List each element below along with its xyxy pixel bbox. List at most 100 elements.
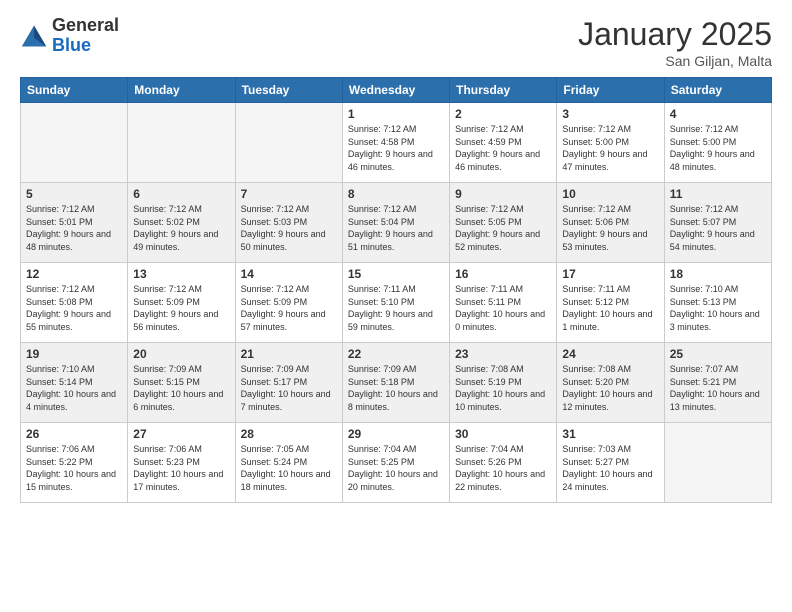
day-info: Sunrise: 7:11 AM Sunset: 5:10 PM Dayligh… bbox=[348, 283, 444, 333]
day-number: 20 bbox=[133, 347, 229, 361]
day-info: Sunrise: 7:08 AM Sunset: 5:20 PM Dayligh… bbox=[562, 363, 658, 413]
weekday-header-thursday: Thursday bbox=[450, 78, 557, 103]
day-info: Sunrise: 7:12 AM Sunset: 5:05 PM Dayligh… bbox=[455, 203, 551, 253]
day-number: 14 bbox=[241, 267, 337, 281]
day-info: Sunrise: 7:04 AM Sunset: 5:26 PM Dayligh… bbox=[455, 443, 551, 493]
calendar-day-cell: 25Sunrise: 7:07 AM Sunset: 5:21 PM Dayli… bbox=[664, 343, 771, 423]
calendar-day-cell: 9 Sunrise: 7:12 AM Sunset: 5:05 PM Daylig… bbox=[450, 183, 557, 263]
title-block: January 2025 San Giljan, Malta bbox=[578, 16, 772, 69]
day-info: Sunrise: 7:09 AM Sunset: 5:15 PM Dayligh… bbox=[133, 363, 229, 413]
calendar-day-cell: 24 Sunrise: 7:08 AM Sunset: 5:20 PM Dayli… bbox=[557, 343, 664, 423]
calendar-day-cell: 4 Sunrise: 7:12 AM Sunset: 5:00 PM Daylig… bbox=[664, 103, 771, 183]
day-info: Sunrise: 7:12 AM Sunset: 5:02 PM Dayligh… bbox=[133, 203, 229, 253]
weekday-header-monday: Monday bbox=[128, 78, 235, 103]
calendar-subtitle: San Giljan, Malta bbox=[578, 53, 772, 69]
calendar-week-row: 1 Sunrise: 7:12 AM Sunset: 4:58 PM Daylig… bbox=[21, 103, 772, 183]
weekday-header-sunday: Sunday bbox=[21, 78, 128, 103]
calendar-day-cell: 13Sunrise: 7:12 AM Sunset: 5:09 PM Dayli… bbox=[128, 263, 235, 343]
day-number: 8 bbox=[348, 187, 444, 201]
page: General Blue January 2025 San Giljan, Ma… bbox=[0, 0, 792, 519]
calendar-day-cell: 11Sunrise: 7:12 AM Sunset: 5:07 PM Dayli… bbox=[664, 183, 771, 263]
calendar-day-cell: 28 Sunrise: 7:05 AM Sunset: 5:24 PM Dayli… bbox=[235, 423, 342, 503]
calendar-day-cell: 23 Sunrise: 7:08 AM Sunset: 5:19 PM Dayli… bbox=[450, 343, 557, 423]
day-info: Sunrise: 7:10 AM Sunset: 5:13 PM Dayligh… bbox=[670, 283, 766, 333]
calendar-day-cell: 26Sunrise: 7:06 AM Sunset: 5:22 PM Dayli… bbox=[21, 423, 128, 503]
day-info: Sunrise: 7:12 AM Sunset: 5:07 PM Dayligh… bbox=[670, 203, 766, 253]
calendar-day-cell: 3 Sunrise: 7:12 AM Sunset: 5:00 PM Daylig… bbox=[557, 103, 664, 183]
day-info: Sunrise: 7:09 AM Sunset: 5:17 PM Dayligh… bbox=[241, 363, 337, 413]
day-number: 10 bbox=[562, 187, 658, 201]
calendar-day-cell: 27Sunrise: 7:06 AM Sunset: 5:23 PM Dayli… bbox=[128, 423, 235, 503]
day-number: 6 bbox=[133, 187, 229, 201]
logo-text: General Blue bbox=[52, 16, 119, 56]
calendar-body: 1 Sunrise: 7:12 AM Sunset: 4:58 PM Daylig… bbox=[21, 103, 772, 503]
day-info: Sunrise: 7:12 AM Sunset: 5:01 PM Dayligh… bbox=[26, 203, 122, 253]
day-info: Sunrise: 7:12 AM Sunset: 5:08 PM Dayligh… bbox=[26, 283, 122, 333]
calendar-week-row: 19 Sunrise: 7:10 AM Sunset: 5:14 PM Dayli… bbox=[21, 343, 772, 423]
day-info: Sunrise: 7:08 AM Sunset: 5:19 PM Dayligh… bbox=[455, 363, 551, 413]
weekday-header-tuesday: Tuesday bbox=[235, 78, 342, 103]
day-number: 23 bbox=[455, 347, 551, 361]
day-number: 30 bbox=[455, 427, 551, 441]
calendar-day-cell: 10 Sunrise: 7:12 AM Sunset: 5:06 PM Dayli… bbox=[557, 183, 664, 263]
weekday-header-wednesday: Wednesday bbox=[342, 78, 449, 103]
calendar-day-cell bbox=[21, 103, 128, 183]
day-number: 19 bbox=[26, 347, 122, 361]
day-number: 16 bbox=[455, 267, 551, 281]
day-number: 17 bbox=[562, 267, 658, 281]
calendar-day-cell bbox=[128, 103, 235, 183]
day-info: Sunrise: 7:11 AM Sunset: 5:11 PM Dayligh… bbox=[455, 283, 551, 333]
day-info: Sunrise: 7:10 AM Sunset: 5:14 PM Dayligh… bbox=[26, 363, 122, 413]
day-info: Sunrise: 7:12 AM Sunset: 5:00 PM Dayligh… bbox=[562, 123, 658, 173]
day-number: 9 bbox=[455, 187, 551, 201]
header: General Blue January 2025 San Giljan, Ma… bbox=[20, 16, 772, 69]
day-number: 12 bbox=[26, 267, 122, 281]
day-number: 28 bbox=[241, 427, 337, 441]
day-number: 27 bbox=[133, 427, 229, 441]
day-info: Sunrise: 7:04 AM Sunset: 5:25 PM Dayligh… bbox=[348, 443, 444, 493]
calendar-day-cell: 12 Sunrise: 7:12 AM Sunset: 5:08 PM Dayli… bbox=[21, 263, 128, 343]
day-number: 7 bbox=[241, 187, 337, 201]
day-info: Sunrise: 7:12 AM Sunset: 5:04 PM Dayligh… bbox=[348, 203, 444, 253]
day-info: Sunrise: 7:05 AM Sunset: 5:24 PM Dayligh… bbox=[241, 443, 337, 493]
day-info: Sunrise: 7:03 AM Sunset: 5:27 PM Dayligh… bbox=[562, 443, 658, 493]
day-info: Sunrise: 7:12 AM Sunset: 4:59 PM Dayligh… bbox=[455, 123, 551, 173]
day-number: 4 bbox=[670, 107, 766, 121]
day-number: 5 bbox=[26, 187, 122, 201]
day-number: 15 bbox=[348, 267, 444, 281]
calendar-day-cell: 29 Sunrise: 7:04 AM Sunset: 5:25 PM Dayli… bbox=[342, 423, 449, 503]
calendar-day-cell: 6 Sunrise: 7:12 AM Sunset: 5:02 PM Daylig… bbox=[128, 183, 235, 263]
calendar-day-cell: 2Sunrise: 7:12 AM Sunset: 4:59 PM Daylig… bbox=[450, 103, 557, 183]
calendar-day-cell bbox=[235, 103, 342, 183]
calendar-day-cell: 7Sunrise: 7:12 AM Sunset: 5:03 PM Daylig… bbox=[235, 183, 342, 263]
logo-blue: Blue bbox=[52, 35, 91, 55]
calendar-day-cell: 16 Sunrise: 7:11 AM Sunset: 5:11 PM Dayli… bbox=[450, 263, 557, 343]
calendar-day-cell: 30 Sunrise: 7:04 AM Sunset: 5:26 PM Dayli… bbox=[450, 423, 557, 503]
day-number: 21 bbox=[241, 347, 337, 361]
weekday-header-saturday: Saturday bbox=[664, 78, 771, 103]
calendar-header: SundayMondayTuesdayWednesdayThursdayFrid… bbox=[21, 78, 772, 103]
day-info: Sunrise: 7:07 AM Sunset: 5:21 PM Dayligh… bbox=[670, 363, 766, 413]
day-info: Sunrise: 7:12 AM Sunset: 4:58 PM Dayligh… bbox=[348, 123, 444, 173]
day-number: 29 bbox=[348, 427, 444, 441]
calendar-day-cell: 1 Sunrise: 7:12 AM Sunset: 4:58 PM Daylig… bbox=[342, 103, 449, 183]
logo-general: General bbox=[52, 15, 119, 35]
day-info: Sunrise: 7:06 AM Sunset: 5:22 PM Dayligh… bbox=[26, 443, 122, 493]
day-number: 31 bbox=[562, 427, 658, 441]
day-number: 22 bbox=[348, 347, 444, 361]
day-number: 18 bbox=[670, 267, 766, 281]
logo-icon bbox=[20, 22, 48, 50]
calendar-day-cell: 15 Sunrise: 7:11 AM Sunset: 5:10 PM Dayli… bbox=[342, 263, 449, 343]
calendar-week-row: 26Sunrise: 7:06 AM Sunset: 5:22 PM Dayli… bbox=[21, 423, 772, 503]
day-number: 3 bbox=[562, 107, 658, 121]
day-info: Sunrise: 7:12 AM Sunset: 5:00 PM Dayligh… bbox=[670, 123, 766, 173]
day-info: Sunrise: 7:11 AM Sunset: 5:12 PM Dayligh… bbox=[562, 283, 658, 333]
day-number: 24 bbox=[562, 347, 658, 361]
day-number: 1 bbox=[348, 107, 444, 121]
calendar-day-cell: 17 Sunrise: 7:11 AM Sunset: 5:12 PM Dayli… bbox=[557, 263, 664, 343]
day-info: Sunrise: 7:12 AM Sunset: 5:09 PM Dayligh… bbox=[133, 283, 229, 333]
calendar-day-cell: 31 Sunrise: 7:03 AM Sunset: 5:27 PM Dayli… bbox=[557, 423, 664, 503]
day-info: Sunrise: 7:12 AM Sunset: 5:06 PM Dayligh… bbox=[562, 203, 658, 253]
calendar-day-cell: 18 Sunrise: 7:10 AM Sunset: 5:13 PM Dayli… bbox=[664, 263, 771, 343]
calendar-day-cell: 14Sunrise: 7:12 AM Sunset: 5:09 PM Dayli… bbox=[235, 263, 342, 343]
